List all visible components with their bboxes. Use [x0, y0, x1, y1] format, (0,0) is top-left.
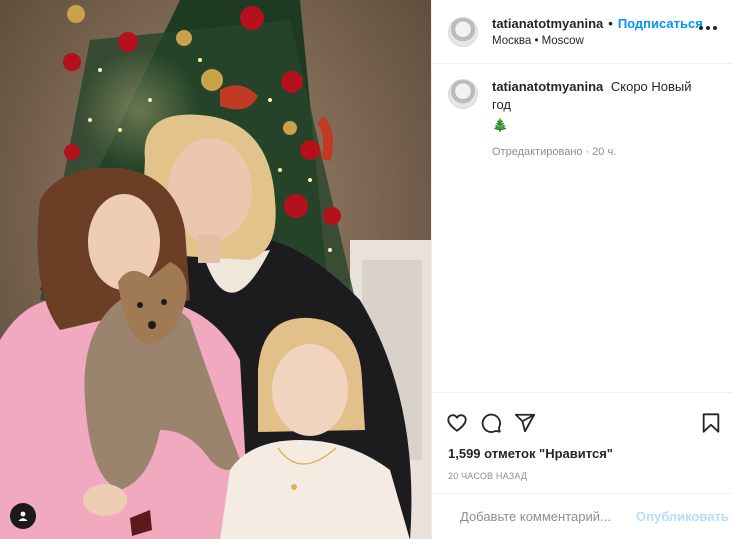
share-icon[interactable] [514, 412, 536, 434]
action-bar [432, 393, 733, 441]
edited-label: Отредактировано [492, 146, 583, 158]
family-christmas-photo [0, 0, 431, 539]
christmas-tree-emoji: 🎄 [492, 117, 509, 132]
more-options-icon[interactable] [699, 26, 717, 30]
post-actions-section: 1,599 отметок "Нравится" 20 ЧАСОВ НАЗАД [432, 392, 733, 481]
user-tag-icon [18, 511, 28, 521]
post-caption: tatianatotmyanina Скоро Новый год 🎄 Отре… [432, 64, 733, 161]
author-username[interactable]: tatianatotmyanina [492, 16, 603, 31]
edited-time[interactable]: 20 ч. [592, 146, 616, 158]
location-link[interactable]: Москва • Moscow [492, 35, 703, 47]
post-sidebar: tatianatotmyanina • Подписаться Москва •… [431, 0, 733, 539]
comment-bar: Опубликовать [432, 493, 733, 539]
avatar[interactable] [448, 16, 478, 47]
likes-count[interactable]: 1,599 отметок "Нравится" [432, 441, 733, 461]
caption-avatar[interactable] [448, 79, 478, 109]
edited-status: Отредактировано · 20 ч. [492, 143, 712, 161]
publish-button[interactable]: Опубликовать [636, 509, 729, 524]
edited-separator: · [585, 146, 590, 158]
comment-icon[interactable] [480, 412, 502, 434]
follow-button[interactable]: Подписаться [618, 16, 703, 31]
post-photo[interactable] [0, 0, 431, 539]
tagged-users-button[interactable] [10, 503, 36, 529]
caption-text-block: tatianatotmyanina Скоро Новый год 🎄 Отре… [492, 78, 712, 161]
author-meta: tatianatotmyanina • Подписаться Москва •… [492, 16, 703, 47]
heart-icon[interactable] [446, 412, 468, 434]
comment-input[interactable] [460, 509, 636, 524]
separator-dot: • [608, 16, 613, 31]
caption-username[interactable]: tatianatotmyanina [492, 79, 603, 94]
bookmark-icon[interactable] [701, 412, 721, 434]
post-header: tatianatotmyanina • Подписаться Москва •… [432, 0, 733, 64]
post-timestamp[interactable]: 20 ЧАСОВ НАЗАД [432, 461, 733, 481]
